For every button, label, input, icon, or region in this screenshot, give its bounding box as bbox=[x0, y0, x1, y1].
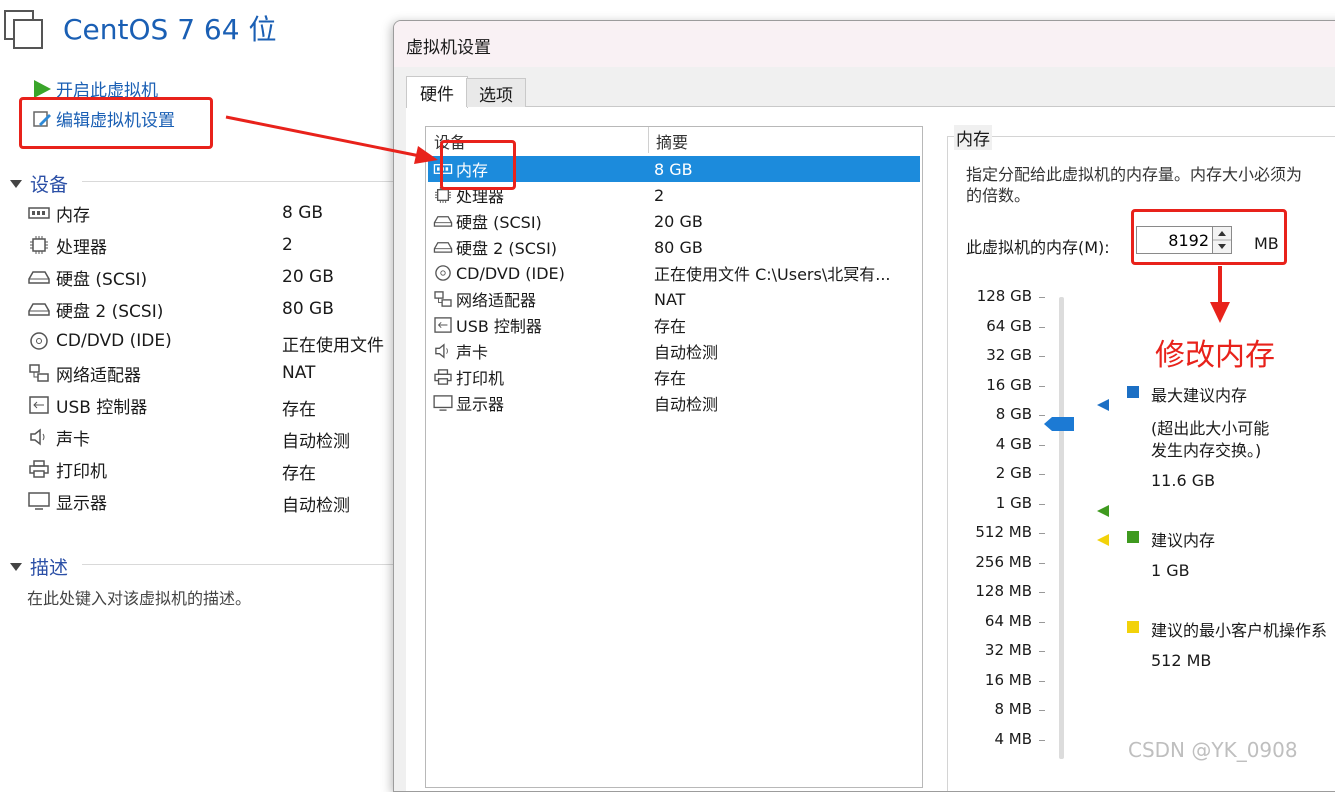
annotation-arrows bbox=[225, 115, 1230, 323]
watermark: CSDN @YK_0908 bbox=[1128, 738, 1298, 762]
annotation-text: 修改内存 bbox=[1155, 338, 1275, 373]
